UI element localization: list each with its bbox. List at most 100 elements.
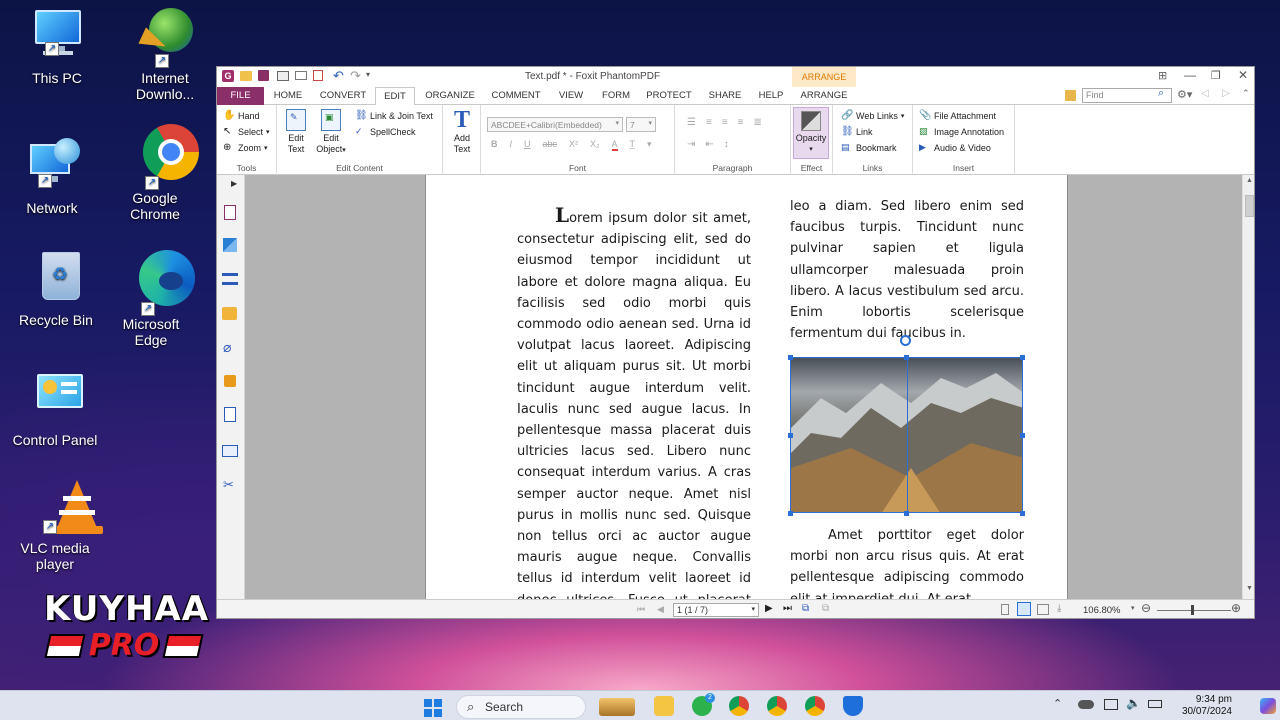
minimize-button[interactable]: — — [1184, 68, 1196, 82]
show-hidden-icons[interactable]: ⌃ — [1053, 697, 1062, 710]
char-spacing-icon[interactable]: T̲ — [630, 139, 636, 151]
open-icon[interactable] — [240, 71, 252, 81]
align-center-icon[interactable]: ≡ — [722, 117, 728, 128]
taskbar-search[interactable]: ⌕ Search — [456, 695, 635, 719]
page-thumbnails-icon[interactable] — [224, 205, 236, 220]
tab-convert[interactable]: CONVERT — [317, 87, 369, 105]
zoom-tool[interactable]: ⊕ Zoom ▾ — [223, 142, 268, 154]
first-page-icon[interactable]: ⏮ — [637, 604, 645, 615]
display-icon[interactable] — [1104, 699, 1118, 710]
page-number-input[interactable]: 1 (1 / 7) ▾ — [673, 603, 759, 617]
tab-view[interactable]: VIEW — [555, 87, 587, 105]
zoom-slider[interactable] — [1157, 610, 1231, 611]
expand-panel-icon[interactable]: ▶ — [231, 179, 237, 188]
opacity-button[interactable]: Opacity ▾ — [793, 107, 829, 159]
previous-page-icon[interactable]: ◀ — [657, 604, 664, 615]
font-color-icon[interactable]: A — [611, 139, 618, 151]
more-icon[interactable]: ▾ — [647, 139, 652, 151]
single-page-icon[interactable] — [1001, 604, 1009, 615]
zoom-slider-thumb[interactable] — [1191, 605, 1194, 615]
resize-handle[interactable] — [904, 511, 909, 516]
tab-home[interactable]: HOME — [269, 87, 307, 105]
outdent-icon[interactable]: ⇤ — [705, 139, 713, 150]
text-column-left[interactable]: Lorem ipsum dolor sit amet, consectetur … — [517, 204, 751, 599]
desktop-icon-recycle-bin[interactable]: ♻ Recycle Bin — [1, 250, 111, 328]
next-view-icon[interactable]: ⧉ — [822, 603, 829, 614]
rotate-handle-icon[interactable] — [900, 335, 911, 346]
tab-help[interactable]: HELP — [755, 87, 787, 105]
pdf-page[interactable]: Lorem ipsum dolor sit amet, consectetur … — [425, 175, 1068, 599]
facing-page-icon[interactable] — [1037, 604, 1049, 615]
new-icon[interactable] — [313, 70, 323, 81]
align-right-icon[interactable]: ≡ — [738, 117, 744, 128]
resize-handle[interactable] — [1020, 433, 1025, 438]
tab-file[interactable]: FILE — [217, 87, 264, 105]
redo-icon[interactable]: ↷ — [350, 68, 361, 84]
resize-handle[interactable] — [1020, 511, 1025, 516]
tab-comment[interactable]: COMMENT — [489, 87, 543, 105]
continuous-page-icon[interactable] — [1017, 602, 1031, 616]
bookmark-button[interactable]: ▤ Bookmark — [841, 142, 897, 154]
vertical-scrollbar[interactable]: ▲ ▼ — [1242, 175, 1254, 599]
line-spacing-icon[interactable]: ↕ — [724, 139, 729, 150]
tools-icon[interactable]: ✂ — [223, 477, 234, 493]
resize-handle[interactable] — [788, 511, 793, 516]
indent-icon[interactable]: ⇥ — [687, 139, 695, 150]
undo-icon[interactable]: ↶ — [333, 68, 344, 84]
document-viewport[interactable]: Lorem ipsum dolor sit amet, consectetur … — [245, 175, 1242, 599]
selected-image[interactable] — [790, 357, 1023, 513]
volume-icon[interactable]: 🔈 — [1126, 696, 1141, 710]
tab-share[interactable]: SHARE — [705, 87, 745, 105]
superscript-icon[interactable]: X² — [569, 139, 578, 151]
edit-object-button[interactable]: ▣ Edit Object▾ — [313, 109, 349, 156]
fit-page-icon[interactable]: ⤓ — [1057, 603, 1061, 614]
search-icon[interactable]: ⌕ — [1158, 87, 1164, 100]
zoom-in-icon[interactable]: ⊕ — [1231, 601, 1241, 615]
italic-icon[interactable]: I — [510, 139, 513, 151]
spellcheck-button[interactable]: ✓ SpellCheck — [355, 126, 416, 138]
forward-icon[interactable]: ▷ — [1222, 88, 1230, 99]
security-lock-icon[interactable] — [224, 375, 236, 387]
underline-icon[interactable]: U — [524, 139, 531, 151]
file-explorer-icon[interactable] — [654, 696, 674, 716]
search-box-icon[interactable] — [1065, 90, 1076, 101]
restore-button[interactable]: ❐ — [1211, 69, 1221, 82]
select-tool[interactable]: ↖ Select ▾ — [223, 126, 270, 138]
hand-tool[interactable]: ✋ Hand — [223, 110, 260, 122]
resize-handle[interactable] — [788, 433, 793, 438]
zoom-dropdown-icon[interactable]: ▾ — [1131, 604, 1135, 612]
bullet-list-icon[interactable]: ☰ — [687, 117, 696, 128]
tab-protect[interactable]: PROTECT — [645, 87, 693, 105]
align-left-icon[interactable]: ≡ — [706, 117, 712, 128]
strikethrough-icon[interactable]: abc — [543, 139, 558, 151]
subscript-icon[interactable]: X₂ — [590, 139, 600, 151]
save-icon[interactable] — [258, 70, 269, 81]
desktop-icon-chrome[interactable]: ↗ Google Chrome — [100, 124, 210, 222]
zoom-level[interactable]: 106.80% — [1083, 605, 1121, 616]
back-icon[interactable]: ◁ — [1201, 88, 1209, 99]
link-button[interactable]: ⛓ Link — [841, 126, 873, 138]
ribbon-options-icon[interactable]: ⊞ — [1158, 69, 1167, 82]
security-shield-icon[interactable] — [843, 696, 863, 716]
start-button[interactable] — [424, 699, 442, 717]
desktop-icon-idm[interactable]: ↗ Internet Downlo... — [110, 8, 220, 102]
collapse-ribbon-icon[interactable]: ⌃ — [1242, 88, 1250, 99]
font-family-select[interactable]: ABCDEE+Calibri(Embedded) ▾ — [487, 117, 623, 132]
desktop-icon-this-pc[interactable]: ↗ This PC — [2, 8, 112, 86]
layers-icon[interactable] — [222, 273, 238, 285]
email-icon[interactable] — [295, 71, 307, 80]
justify-icon[interactable]: ≣ — [754, 117, 762, 128]
print-icon[interactable] — [277, 71, 289, 81]
tab-arrange[interactable]: ARRANGE — [795, 87, 853, 105]
signatures-icon[interactable] — [224, 407, 236, 422]
image-annotation-button[interactable]: ▨ Image Annotation — [919, 126, 1004, 138]
battery-icon[interactable] — [1148, 700, 1162, 708]
chrome-profile-taskbar-icon[interactable] — [767, 696, 787, 716]
zoom-out-icon[interactable]: ⊖ — [1141, 601, 1151, 615]
file-attachment-button[interactable]: 📎 File Attachment — [919, 110, 996, 122]
chrome-profile-2-taskbar-icon[interactable] — [805, 696, 825, 716]
next-page-icon[interactable]: ▶ — [765, 603, 773, 614]
resize-handle[interactable] — [904, 355, 909, 360]
clock[interactable]: 9:34 pm 30/07/2024 — [1172, 694, 1232, 718]
comments-icon[interactable] — [222, 307, 237, 320]
